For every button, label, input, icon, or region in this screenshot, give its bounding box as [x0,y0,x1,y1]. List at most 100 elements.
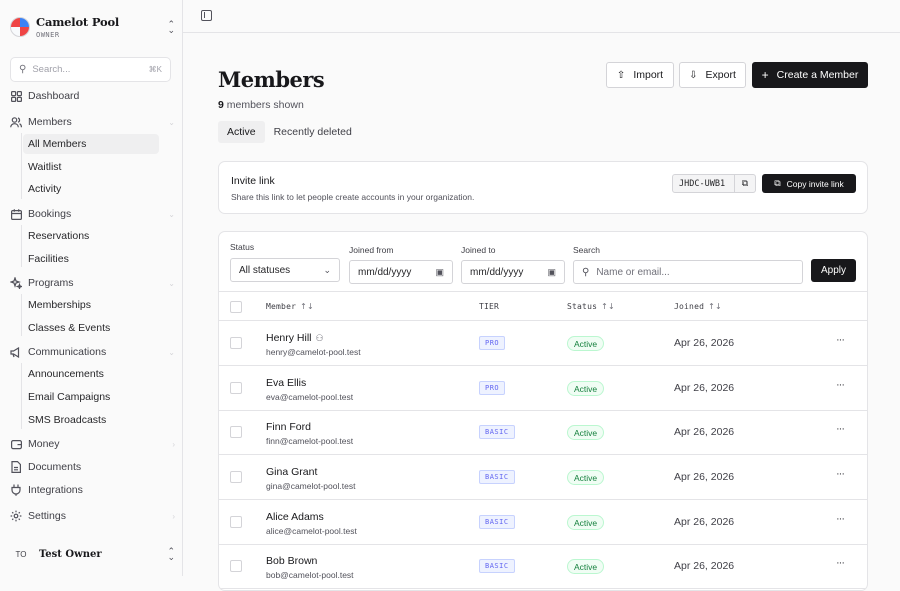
user-menu[interactable]: TO Test Owner ⌃ ⌄ [10,543,175,565]
select-all-checkbox[interactable] [230,301,242,313]
sidebar-item-settings[interactable]: Settings › [10,507,175,525]
row-checkbox[interactable] [230,426,242,438]
column-status[interactable]: Status ↑↓ [567,302,615,311]
sidebar-item-label: Integrations [28,484,83,496]
sidebar-item-facilities[interactable]: Facilities [28,250,69,268]
sidebar-item-sms-broadcasts[interactable]: SMS Broadcasts [28,411,106,429]
search-placeholder: Search... [32,64,71,75]
row-checkbox[interactable] [230,516,242,528]
joined-from-input[interactable]: mm/dd/yyyy ▣ [349,260,453,284]
row-actions-icon[interactable]: ··· [836,468,845,480]
table-row[interactable]: Eva Ellis eva@camelot-pool.test PRO Acti… [219,366,867,411]
chevron-down-icon: ⌄ [168,117,175,127]
sidebar-item-reservations[interactable]: Reservations [28,227,89,245]
copy-icon[interactable]: ⧉ [735,175,755,192]
chevron-down-icon: ⌄ [168,209,175,219]
member-name[interactable]: Eva Ellis [266,377,306,389]
tab-recently-deleted[interactable]: Recently deleted [265,121,361,143]
sidebar-item-label: Settings [28,510,66,522]
copy-invite-link-button[interactable]: ⧉ Copy invite link [762,174,856,193]
invite-code: JHDC-UWB1 [673,175,735,192]
column-member-label: Member [266,302,297,311]
sidebar-item-activity[interactable]: Activity [28,180,61,198]
sidebar-item-announcements[interactable]: Announcements [28,365,104,383]
create-label: Create a Member [776,69,859,81]
members-table-card: Status All statuses ⌄ Joined from mm/dd/… [218,231,868,591]
nav-tree-line [21,294,22,336]
sort-icon: ↑↓ [300,302,314,311]
wallet-icon [10,438,22,450]
nav-tree-line [21,225,22,267]
member-name[interactable]: Finn Ford [266,421,311,433]
sidebar-item-money[interactable]: Money › [10,435,175,453]
member-name[interactable]: Gina Grant [266,466,317,478]
row-checkbox[interactable] [230,560,242,572]
sidebar-item-documents[interactable]: Documents [10,458,175,476]
invite-code-field[interactable]: JHDC-UWB1 ⧉ [672,174,756,193]
member-email: gina@camelot-pool.test [266,481,356,491]
row-actions-icon[interactable]: ··· [836,513,845,525]
status-select-value: All statuses [239,264,291,276]
joined-to-input[interactable]: mm/dd/yyyy ▣ [461,260,565,284]
joined-date: Apr 26, 2026 [674,560,735,572]
table-row[interactable]: Bob Brown bob@camelot-pool.test BASIC Ac… [219,544,867,589]
top-bar [183,0,900,33]
import-button[interactable]: ⇧ Import [606,62,674,88]
status-select[interactable]: All statuses ⌄ [230,258,340,282]
status-filter-label: Status [230,242,255,252]
create-member-button[interactable]: + Create a Member [752,62,868,88]
sidebar-item-programs[interactable]: Programs ⌄ [10,274,175,292]
sidebar-item-memberships[interactable]: Memberships [28,296,91,314]
export-button[interactable]: ⇩ Export [679,62,746,88]
sidebar-item-classes-events[interactable]: Classes & Events [28,319,110,337]
member-name[interactable]: Henry Hill [266,332,312,344]
chevron-down-icon: ⌄ [323,264,331,275]
joined-to-placeholder: mm/dd/yyyy [470,266,524,278]
gear-icon [10,510,22,522]
apply-button[interactable]: Apply [811,259,856,282]
sidebar-item-label: Dashboard [28,90,80,102]
sidebar-item-members[interactable]: Members ⌄ [10,113,175,131]
column-joined[interactable]: Joined ↑↓ [674,302,722,311]
status-badge: Active [567,381,605,396]
member-name[interactable]: Alice Adams [266,511,324,523]
sidebar-item-dashboard[interactable]: Dashboard [10,87,175,105]
sidebar-item-integrations[interactable]: Integrations [10,481,175,499]
calendar-icon[interactable]: ▣ [435,267,444,278]
tier-badge: BASIC [479,470,515,484]
joined-from-label: Joined from [349,245,394,255]
member-email: henry@camelot-pool.test [266,347,361,357]
search-icon: ⚲ [19,64,27,75]
calendar-icon[interactable]: ▣ [547,267,556,278]
user-name: Test Owner [39,548,102,560]
tab-active[interactable]: Active [218,121,265,143]
table-row[interactable]: Alice Adams alice@camelot-pool.test BASI… [219,500,867,545]
sidebar-item-all-members[interactable]: All Members [23,134,159,154]
member-email: finn@camelot-pool.test [266,436,354,446]
sidebar-toggle-icon[interactable] [201,10,212,21]
table-row[interactable]: Gina Grant gina@camelot-pool.test BASIC … [219,455,867,500]
row-actions-icon[interactable]: ··· [836,379,845,391]
row-checkbox[interactable] [230,337,242,349]
calendar-icon [10,208,22,220]
import-label: Import [633,69,664,81]
member-email: eva@camelot-pool.test [266,392,354,402]
table-row[interactable]: Henry Hill ⚇ henry@camelot-pool.test PRO … [219,321,867,366]
sidebar-item-bookings[interactable]: Bookings ⌄ [10,205,175,223]
sidebar-search-input[interactable]: ⚲ Search... ⌘K [10,57,171,82]
member-search-input[interactable]: ⚲ Name or email... [573,260,803,284]
row-actions-icon[interactable]: ··· [836,334,845,346]
column-member[interactable]: Member ↑↓ [266,302,314,311]
copy-icon: ⧉ [774,178,781,188]
row-actions-icon[interactable]: ··· [836,423,845,435]
org-switcher[interactable]: Camelot Pool OWNER ⌃ ⌄ [10,13,175,41]
sidebar-item-communications[interactable]: Communications ⌄ [10,343,175,361]
row-checkbox[interactable] [230,471,242,483]
table-row[interactable]: Finn Ford finn@camelot-pool.test BASIC A… [219,410,867,455]
sidebar-item-email-campaigns[interactable]: Email Campaigns [28,388,110,406]
sidebar-item-waitlist[interactable]: Waitlist [28,158,61,176]
row-checkbox[interactable] [230,382,242,394]
status-badge: Active [567,336,605,351]
member-name[interactable]: Bob Brown [266,555,317,567]
row-actions-icon[interactable]: ··· [836,557,845,569]
